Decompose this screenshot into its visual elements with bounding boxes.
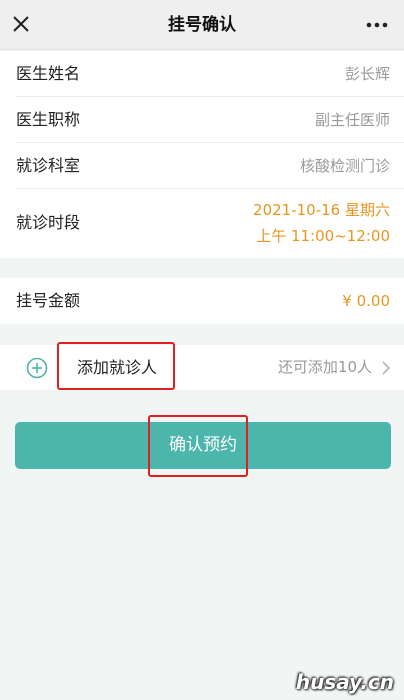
detail-label: 医生职称 [16,110,81,129]
confirm-booking-button[interactable]: 确认预约 [15,422,391,469]
detail-value: 副主任医师 [314,111,390,129]
detail-row-department: 就诊科室 核酸检测门诊 [16,143,404,189]
fee-value: ¥ 0.00 [342,292,390,310]
time-slot-date: 2021-10-16 星期六 [253,201,390,219]
watermark: husay.cn [295,670,394,694]
fee-card: 挂号金额 ¥ 0.00 [0,278,404,324]
chevron-right-icon [382,361,391,375]
time-slot-time: 上午 11:00~12:00 [256,227,390,245]
detail-row-doctor-title: 医生职称 副主任医师 [16,97,404,143]
time-slot-value: 2021-10-16 星期六 上午 11:00~12:00 [253,197,390,249]
add-circle-icon [26,357,48,379]
page-title: 挂号确认 [168,15,236,35]
detail-row-time-slot: 就诊时段 2021-10-16 星期六 上午 11:00~12:00 [16,189,404,257]
detail-row-doctor-name: 医生姓名 彭长辉 [16,51,404,97]
add-patient-label: 添加就诊人 [77,358,158,377]
detail-label: 就诊时段 [16,213,81,232]
detail-value: 核酸检测门诊 [299,157,390,175]
fee-label: 挂号金额 [16,291,81,310]
detail-label: 医生姓名 [16,64,81,83]
add-patient-row[interactable]: 添加就诊人 还可添加10人 [0,345,404,390]
add-patient-hint: 还可添加10人 [277,358,372,376]
appointment-details-card: 医生姓名 彭长辉 医生职称 副主任医师 就诊科室 核酸检测门诊 就诊时段 202… [0,51,404,258]
detail-label: 就诊科室 [16,156,81,175]
detail-row-fee: 挂号金额 ¥ 0.00 [16,278,404,324]
nav-bar: 挂号确认 [0,0,404,50]
more-dots-icon[interactable] [364,13,390,37]
detail-value: 彭长辉 [344,65,390,83]
